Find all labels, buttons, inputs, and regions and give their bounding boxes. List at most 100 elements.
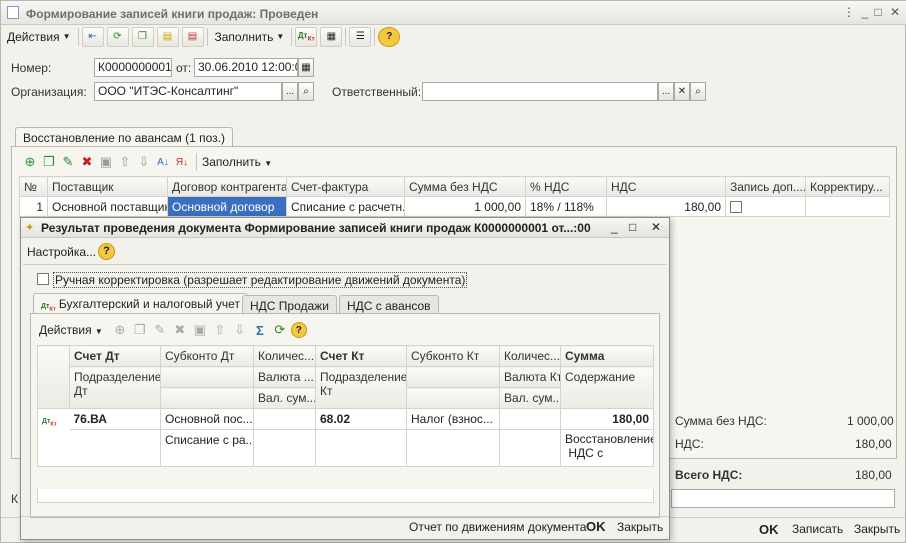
actions-menu[interactable]: Действия ▼ xyxy=(3,26,75,47)
settings-button[interactable]: Настройка... xyxy=(27,245,96,259)
col-qty-dt[interactable]: Количес... xyxy=(253,345,316,367)
col-subconto-dt[interactable]: Субконто Дт xyxy=(160,345,254,367)
structure-button[interactable]: ☰ xyxy=(349,26,372,47)
help-icon[interactable]: ? xyxy=(290,322,307,338)
edit-icon[interactable]: ✎ xyxy=(59,153,77,171)
cell-content[interactable]: Восстановление НДС с xyxy=(560,429,654,467)
resp-clear-button[interactable]: ✕ xyxy=(674,82,690,101)
calendar-button[interactable]: ▦ xyxy=(298,58,314,77)
date-field[interactable]: 30.06.2010 12:00:00 xyxy=(194,58,298,77)
entry-row[interactable]: ДтКт 76.ВА Основной пос... 68.02 Налог (… xyxy=(37,408,654,467)
entry-row-2[interactable]: Списание с ра... Восстановление НДС с xyxy=(38,429,654,467)
more-icon[interactable]: ⋮ xyxy=(841,5,857,20)
report-button[interactable]: ▦ xyxy=(320,26,343,47)
col-correction[interactable]: Корректиру... xyxy=(805,176,890,197)
help-button[interactable]: ? xyxy=(378,26,401,47)
help-icon[interactable]: ? xyxy=(98,243,115,260)
col-qty-kt[interactable]: Количес... xyxy=(499,345,561,367)
tab-vat-sales[interactable]: НДС Продажи xyxy=(242,295,337,314)
close-form-button[interactable]: Закрыть xyxy=(854,522,900,536)
col-supplier[interactable]: Поставщик xyxy=(47,176,168,197)
move-up-icon[interactable]: ⇧ xyxy=(116,153,134,171)
col-sum[interactable]: Сумма без НДС xyxy=(404,176,526,197)
org-select-button[interactable]: ... xyxy=(282,82,298,101)
col-rate[interactable]: % НДС xyxy=(525,176,607,197)
col-division-kt[interactable]: Подразделение Кт xyxy=(315,366,407,409)
resp-select-button[interactable]: ... xyxy=(658,82,674,101)
cell-invoice[interactable]: Списание с расчетн... xyxy=(286,196,405,217)
delete-icon[interactable]: ✖ xyxy=(78,153,96,171)
cell-subconto-kt[interactable]: Налог (взнос... xyxy=(406,408,500,430)
responsible-field[interactable] xyxy=(422,82,658,101)
dialog-close-text-button[interactable]: Закрыть xyxy=(617,520,663,534)
comment-field[interactable] xyxy=(671,489,895,508)
cell-division-dt[interactable] xyxy=(69,429,161,467)
tab-advance-restoration[interactable]: Восстановление по авансам (1 поз.) xyxy=(15,127,233,147)
col-currency-dt[interactable]: Валюта ... xyxy=(253,366,316,388)
cell-amount[interactable]: 180,00 xyxy=(560,408,654,430)
cell-rate[interactable]: 18% / 118% xyxy=(525,196,607,217)
post-close-button[interactable]: ⇤ xyxy=(81,26,104,47)
col-extra-record[interactable]: Запись доп.... xyxy=(725,176,806,197)
col-account-kt[interactable]: Счет Кт xyxy=(315,345,407,367)
save-icon[interactable]: ▣ xyxy=(191,321,209,339)
movements-report-button[interactable]: Отчет по движениям документа xyxy=(409,520,586,534)
cell-subconto-dt-2[interactable]: Списание с ра... xyxy=(160,429,254,467)
cell-qty-kt[interactable] xyxy=(499,408,561,430)
col-cur-sum-dt[interactable]: Вал. сум... xyxy=(253,387,316,409)
add-icon[interactable]: ⊕ xyxy=(111,321,129,339)
cell-division-kt[interactable] xyxy=(315,429,407,467)
cell-subconto-kt-2[interactable] xyxy=(406,429,500,467)
edit-icon[interactable]: ✎ xyxy=(151,321,169,339)
cell-contract[interactable]: Основной договор xyxy=(167,196,287,217)
ok-button[interactable]: OK xyxy=(759,522,779,537)
cell-extra-record[interactable] xyxy=(725,196,806,217)
cell-qty-dt[interactable] xyxy=(253,408,316,430)
table-row[interactable]: 1 Основной поставщик Основной договор Сп… xyxy=(19,196,890,217)
sort-asc-icon[interactable]: A↓ xyxy=(154,153,172,171)
fill-menu[interactable]: Заполнить ▼ xyxy=(211,26,289,47)
maximize-button[interactable]: □ xyxy=(870,5,886,20)
refresh-button[interactable]: ⟳ xyxy=(106,26,129,47)
cell-subconto-dt-1[interactable]: Основной пос... xyxy=(160,408,254,430)
cell-correction[interactable] xyxy=(805,196,890,217)
cell-currency-dt[interactable] xyxy=(253,429,316,467)
dialog-actions-menu[interactable]: Действия ▼ xyxy=(39,323,103,337)
cell-number[interactable]: 1 xyxy=(19,196,48,217)
dt-kt-button[interactable]: ДтКт xyxy=(295,26,318,47)
cell-currency-kt[interactable] xyxy=(499,429,561,467)
tab-vat-advances[interactable]: НДС с авансов xyxy=(339,295,439,314)
cell-supplier[interactable]: Основной поставщик xyxy=(47,196,168,217)
manual-correction-label[interactable]: Ручная корректировка (разрешает редактир… xyxy=(53,272,468,288)
col-invoice[interactable]: Счет-фактура xyxy=(286,176,405,197)
sum-icon[interactable]: Σ xyxy=(251,321,269,339)
org-open-button[interactable]: ⌕ xyxy=(298,82,314,101)
post-button[interactable]: ▤ xyxy=(156,26,179,47)
refresh-icon[interactable]: ⟳ xyxy=(271,321,289,339)
move-down-icon[interactable]: ⇩ xyxy=(135,153,153,171)
col-vat[interactable]: НДС xyxy=(606,176,726,197)
close-button[interactable]: ✕ xyxy=(887,5,903,20)
number-field[interactable]: К0000000001 xyxy=(94,58,172,77)
manual-correction-checkbox[interactable] xyxy=(37,273,49,285)
col-amount[interactable]: Сумма xyxy=(560,345,654,367)
cell-sum[interactable]: 1 000,00 xyxy=(404,196,526,217)
grid-fill-menu[interactable]: Заполнить ▼ xyxy=(202,155,272,169)
organization-field[interactable]: ООО "ИТЭС-Консалтинг" xyxy=(94,82,282,101)
dialog-maximize-button[interactable]: □ xyxy=(629,220,636,234)
cell-account-dt[interactable]: 76.ВА xyxy=(69,408,161,430)
move-down-icon[interactable]: ⇩ xyxy=(231,321,249,339)
add-icon[interactable]: ⊕ xyxy=(21,153,39,171)
cell-account-kt[interactable]: 68.02 xyxy=(315,408,407,430)
col-division-dt[interactable]: Подразделение Дт xyxy=(69,366,161,409)
delete-icon[interactable]: ✖ xyxy=(171,321,189,339)
resp-open-button[interactable]: ⌕ xyxy=(690,82,706,101)
move-up-icon[interactable]: ⇧ xyxy=(211,321,229,339)
copy-row-icon[interactable]: ❐ xyxy=(40,153,58,171)
col-cur-sum-kt[interactable]: Вал. сум... xyxy=(499,387,561,409)
sort-desc-icon[interactable]: Я↓ xyxy=(173,153,191,171)
col-content[interactable]: Содержание xyxy=(560,366,654,409)
cell-vat[interactable]: 180,00 xyxy=(606,196,726,217)
tab-accounting[interactable]: ДтКт Бухгалтерский и налоговый учет xyxy=(33,293,248,314)
col-account-dt[interactable]: Счет Дт xyxy=(69,345,161,367)
